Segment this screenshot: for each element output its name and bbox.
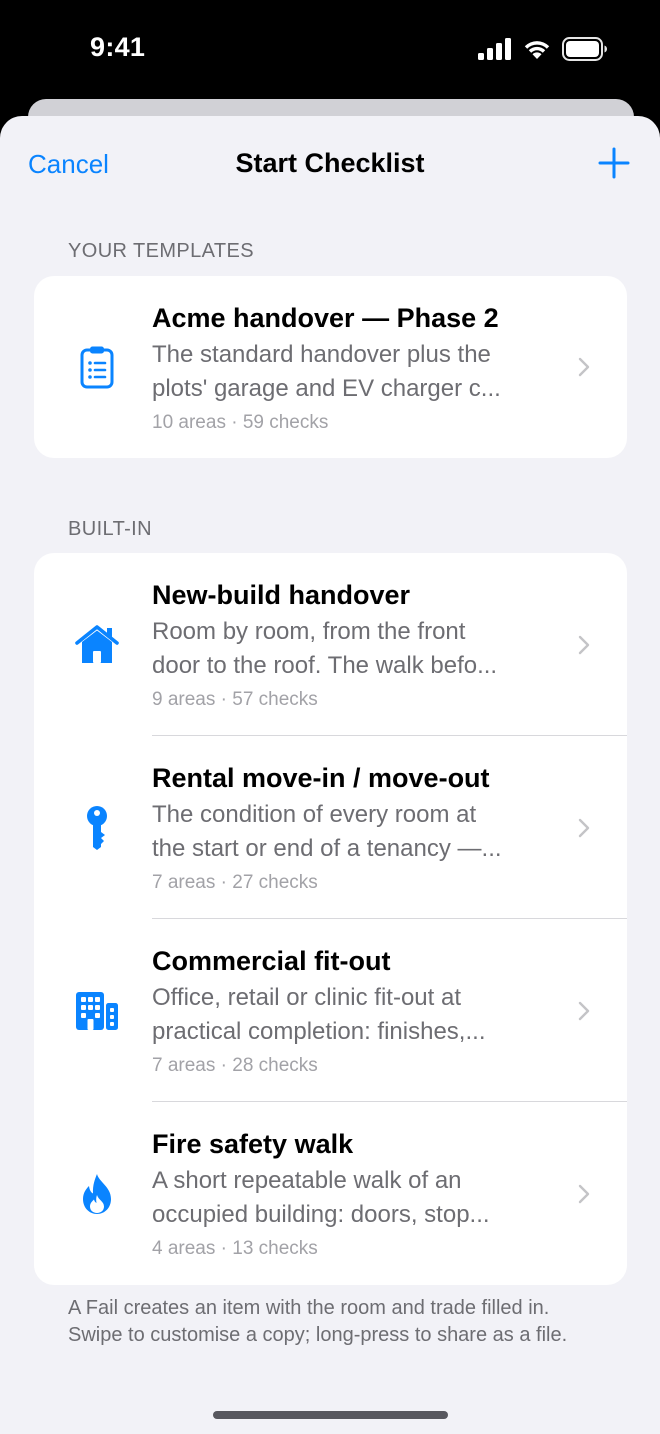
template-row-acme-handover[interactable]: Acme handover — Phase 2 The standard han… bbox=[34, 276, 627, 458]
cellular-signal-icon bbox=[478, 38, 511, 60]
row-description-line-2: plots' garage and EV charger c... bbox=[152, 375, 501, 402]
section-header-built-in: BUILT-IN bbox=[68, 518, 152, 540]
template-row-new-build-handover[interactable]: New-build handover Room by room, from th… bbox=[34, 553, 627, 736]
footer-note: A Fail creates an item with the room and… bbox=[68, 1297, 568, 1346]
row-description-line-1: The condition of every room at bbox=[152, 801, 477, 828]
row-description-line-2: door to the roof. The walk befo... bbox=[152, 652, 498, 679]
status-bar: 9:41 bbox=[0, 0, 660, 100]
chevron-right-icon bbox=[578, 1184, 590, 1203]
navigation-bar: Cancel Start Checklist bbox=[0, 116, 660, 212]
row-description-line-2: the start or end of a tenancy —... bbox=[152, 835, 502, 862]
screen: 9:41 Cancel Start Checklist YOUR TEMPLAT… bbox=[0, 0, 660, 1434]
row-title: Fire safety walk bbox=[152, 1129, 354, 1159]
template-row-commercial-fit-out[interactable]: Commercial fit-out Office, retail or cli… bbox=[34, 919, 627, 1102]
row-text: New-build handover Room by room, from th… bbox=[152, 577, 547, 714]
templates-group: Acme handover — Phase 2 The standard han… bbox=[34, 276, 627, 458]
template-row-rental-move[interactable]: Rental move-in / move-out The condition … bbox=[34, 736, 627, 919]
row-description-line-1: A short repeatable walk of an bbox=[152, 1167, 462, 1194]
row-meta: 10 areas · 59 checks bbox=[152, 412, 329, 433]
battery-icon bbox=[562, 37, 607, 61]
row-description-line-1: The standard handover plus the bbox=[152, 341, 491, 368]
status-icons bbox=[478, 36, 608, 62]
wifi-icon bbox=[524, 41, 550, 59]
row-meta: 4 areas · 13 checks bbox=[152, 1238, 318, 1259]
row-description-line-2: occupied building: doors, stop... bbox=[152, 1201, 490, 1228]
key-icon bbox=[87, 805, 107, 850]
row-description-line-2: practical completion: finishes,... bbox=[152, 1018, 486, 1045]
chevron-right-icon bbox=[578, 635, 590, 654]
row-title: Commercial fit-out bbox=[152, 946, 391, 976]
chevron-right-icon bbox=[578, 818, 590, 837]
home-indicator[interactable] bbox=[213, 1411, 448, 1419]
row-description-line-1: Office, retail or clinic fit-out at bbox=[152, 984, 461, 1011]
row-icon bbox=[72, 1169, 122, 1219]
flame-icon bbox=[83, 1173, 111, 1214]
template-row-fire-safety-walk[interactable]: Fire safety walk A short repeatable walk… bbox=[34, 1102, 627, 1285]
row-description-line-1: Room by room, from the front bbox=[152, 618, 466, 645]
status-time: 9:41 bbox=[90, 32, 146, 62]
row-text: Rental move-in / move-out The condition … bbox=[152, 760, 547, 897]
row-icon bbox=[72, 342, 122, 392]
row-text: Acme handover — Phase 2 The standard han… bbox=[152, 300, 547, 437]
row-text: Commercial fit-out Office, retail or cli… bbox=[152, 943, 547, 1080]
row-title: Rental move-in / move-out bbox=[152, 763, 490, 793]
row-icon bbox=[72, 620, 122, 670]
row-title: Acme handover — Phase 2 bbox=[152, 303, 499, 333]
chevron-right-icon bbox=[578, 357, 590, 377]
clipboard-list-icon bbox=[80, 346, 114, 389]
row-icon bbox=[72, 803, 122, 853]
building-icon bbox=[76, 991, 118, 1030]
row-meta: 9 areas · 57 checks bbox=[152, 689, 318, 710]
chevron-right-icon bbox=[578, 1001, 590, 1020]
plus-icon[interactable] bbox=[598, 147, 630, 179]
row-title: New-build handover bbox=[152, 580, 411, 610]
built-in-group: New-build handover Room by room, from th… bbox=[34, 553, 627, 1285]
sheet: Cancel Start Checklist YOUR TEMPLATES Ac… bbox=[0, 116, 660, 1434]
row-text: Fire safety walk A short repeatable walk… bbox=[152, 1126, 547, 1263]
row-icon bbox=[72, 986, 122, 1036]
section-header-templates: YOUR TEMPLATES bbox=[68, 240, 255, 262]
row-meta: 7 areas · 28 checks bbox=[152, 1055, 318, 1076]
row-meta: 7 areas · 27 checks bbox=[152, 872, 318, 893]
page-title: Start Checklist bbox=[235, 148, 425, 178]
house-icon bbox=[75, 624, 119, 663]
